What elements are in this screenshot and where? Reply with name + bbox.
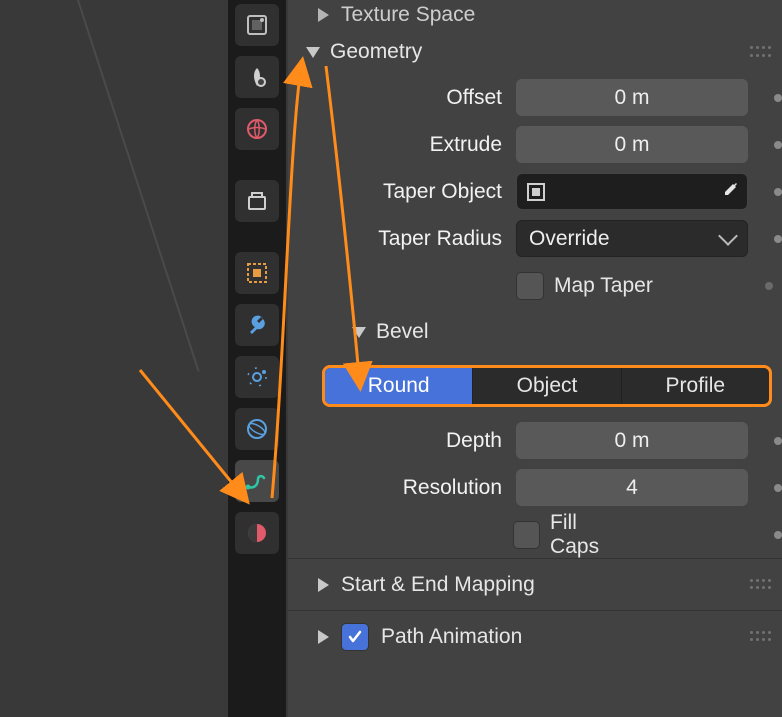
animate-dot[interactable] — [774, 94, 782, 102]
animate-dot[interactable] — [774, 531, 782, 539]
extrude-field[interactable]: 0 m — [516, 126, 748, 163]
animate-dot[interactable] — [774, 235, 782, 243]
geometry-header[interactable]: Geometry — [288, 30, 782, 74]
offset-label: Offset — [308, 86, 508, 110]
animate-dot[interactable] — [774, 141, 782, 149]
tab-modifier[interactable] — [235, 304, 279, 346]
property-tabs — [228, 0, 286, 717]
map-taper-checkbox[interactable] — [516, 272, 544, 300]
depth-field[interactable]: 0 m — [516, 422, 748, 459]
panel-label: Geometry — [330, 40, 422, 64]
tab-render[interactable] — [235, 4, 279, 46]
fill-caps-label: Fill Caps — [550, 511, 630, 559]
resolution-label: Resolution — [308, 476, 508, 500]
taper-radius-label: Taper Radius — [308, 227, 508, 251]
panel-label: Start & End Mapping — [341, 573, 535, 597]
map-taper-label: Map Taper — [554, 274, 653, 298]
tab-world[interactable] — [235, 108, 279, 150]
animate-dot[interactable] — [774, 484, 782, 492]
taper-radius-dropdown[interactable]: Override — [516, 220, 748, 257]
depth-label: Depth — [308, 429, 508, 453]
tab-particles[interactable] — [235, 356, 279, 398]
object-icon — [525, 181, 547, 203]
chevron-down-icon — [718, 226, 738, 246]
drag-handle-icon[interactable] — [750, 631, 772, 643]
bevel-header[interactable]: Bevel — [308, 309, 782, 355]
animate-dot[interactable] — [765, 282, 773, 290]
tab-curve-data[interactable] — [235, 460, 279, 502]
path-animation-checkbox[interactable] — [341, 623, 369, 651]
tab-output[interactable] — [235, 56, 279, 98]
tab-material[interactable] — [235, 512, 279, 554]
path-animation-header[interactable]: Path Animation — [288, 610, 782, 662]
drag-handle-icon[interactable] — [750, 46, 772, 58]
bevel-mode-round[interactable]: Round — [325, 368, 473, 404]
bevel-mode-tabs: Round Object Profile — [322, 365, 772, 407]
panel-label: Bevel — [376, 320, 429, 344]
disclosure-closed-icon — [318, 8, 329, 22]
tab-object[interactable] — [235, 252, 279, 294]
tab-physics[interactable] — [235, 408, 279, 450]
disclosure-closed-icon — [318, 578, 329, 592]
disclosure-closed-icon — [318, 630, 329, 644]
panel-label: Texture Space — [341, 3, 475, 27]
offset-field[interactable]: 0 m — [516, 79, 748, 116]
disclosure-open-icon — [352, 327, 366, 338]
panel-label: Path Animation — [381, 625, 522, 649]
bevel-mode-object[interactable]: Object — [473, 368, 621, 404]
disclosure-open-icon — [306, 47, 320, 58]
fill-caps-checkbox[interactable] — [513, 521, 540, 549]
texture-space-header[interactable]: Texture Space — [288, 0, 782, 30]
viewport-3d[interactable] — [0, 0, 210, 717]
animate-dot[interactable] — [774, 188, 782, 196]
animate-dot[interactable] — [774, 437, 782, 445]
taper-object-field[interactable] — [516, 173, 748, 210]
taper-object-label: Taper Object — [308, 180, 508, 204]
drag-handle-icon[interactable] — [750, 579, 772, 591]
start-end-mapping-header[interactable]: Start & End Mapping — [288, 558, 782, 610]
tab-collection[interactable] — [235, 180, 279, 222]
resolution-field[interactable]: 4 — [516, 469, 748, 506]
eyedropper-icon[interactable] — [717, 178, 739, 206]
extrude-label: Extrude — [308, 133, 508, 157]
bevel-mode-profile[interactable]: Profile — [622, 368, 769, 404]
properties-panel: Texture Space Geometry Offset 0 m Extrud… — [288, 0, 782, 717]
